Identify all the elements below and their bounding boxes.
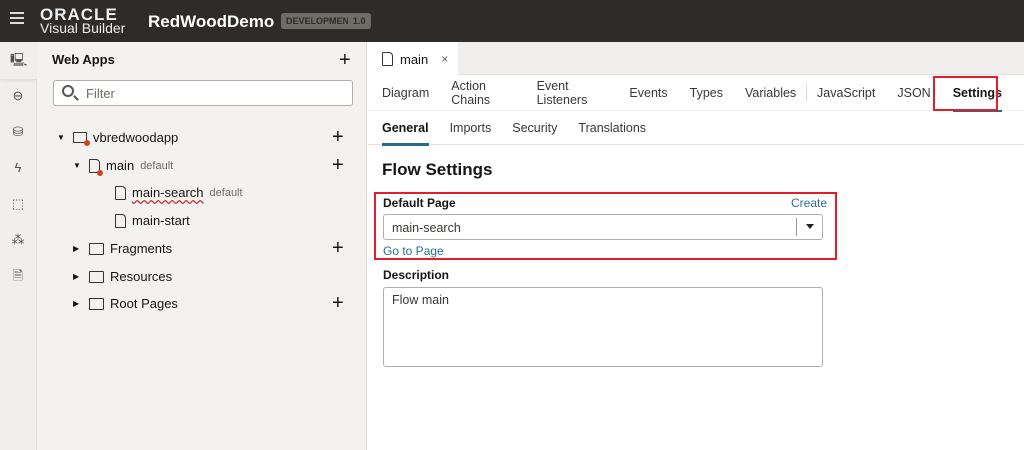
add-web-app-button[interactable]: + <box>339 50 351 70</box>
filter-input[interactable]: Filter <box>53 80 353 106</box>
search-icon <box>62 85 74 97</box>
app-name: RedWoodDemo <box>148 12 275 31</box>
subtab-imports[interactable]: Imports <box>450 121 492 135</box>
tab-action-chains[interactable]: Action Chains <box>451 79 514 107</box>
default-page-select[interactable]: main-search <box>383 214 823 240</box>
create-link[interactable]: Create <box>791 196 827 210</box>
settings-subtabs: General Imports Security Translations <box>368 111 1024 146</box>
subtab-security[interactable]: Security <box>512 121 557 135</box>
tab-types[interactable]: Types <box>690 86 723 100</box>
chevron-down-icon[interactable] <box>806 224 814 229</box>
caret-down-icon[interactable]: ▼ <box>57 133 67 142</box>
caret-right-icon[interactable]: ▶ <box>73 299 83 308</box>
file-tab-main[interactable]: main × <box>368 42 458 76</box>
services-icon[interactable]: ⊖ <box>10 88 26 104</box>
close-icon[interactable]: × <box>441 52 448 66</box>
page-icon <box>115 185 126 200</box>
version-badge: 1.0 <box>348 13 371 29</box>
hamburger-menu-icon[interactable] <box>10 12 24 24</box>
tab-events[interactable]: Events <box>629 86 667 100</box>
tree-item-main-search[interactable]: main-search default <box>115 185 243 200</box>
processes-icon[interactable]: ϟ <box>10 160 26 176</box>
subtab-general[interactable]: General <box>382 121 429 146</box>
tree-item-root-pages[interactable]: ▶ Root Pages <box>73 296 178 311</box>
subtab-translations[interactable]: Translations <box>578 121 646 135</box>
tab-json[interactable]: JSON <box>897 86 930 100</box>
page-icon <box>115 213 126 228</box>
tree-item-main-start[interactable]: main-start <box>115 213 190 228</box>
nav-title: Web Apps <box>52 52 115 67</box>
folder-icon <box>89 297 104 310</box>
select-divider <box>796 218 797 236</box>
tab-javascript[interactable]: JavaScript <box>817 86 875 100</box>
add-button[interactable]: + <box>332 127 344 147</box>
go-to-page-link[interactable]: Go to Page <box>383 244 444 258</box>
tree-item-main[interactable]: ▼ main default <box>73 158 173 176</box>
flow-icon <box>382 52 393 66</box>
caret-down-icon[interactable]: ▼ <box>73 161 83 170</box>
folder-icon <box>89 242 104 255</box>
tab-event-listeners[interactable]: Event Listeners <box>537 79 608 107</box>
page-title: Flow Settings <box>382 160 493 179</box>
tree-item-vbredwoodapp[interactable]: ▼ vbredwoodapp <box>57 130 178 146</box>
add-button[interactable]: + <box>332 155 344 175</box>
app-header: ORACLE Visual Builder RedWoodDemo DEVELO… <box>0 0 1024 42</box>
caret-right-icon[interactable]: ▶ <box>73 244 83 253</box>
tree-item-fragments[interactable]: ▶ Fragments <box>73 241 172 256</box>
web-apps-icon[interactable]: 🖳 <box>10 52 27 68</box>
flow-icon <box>89 158 103 176</box>
monitor-icon <box>73 132 90 146</box>
file-tab-strip: main × <box>368 42 1024 76</box>
description-label: Description <box>383 268 450 282</box>
tab-variables[interactable]: Variables <box>745 86 796 100</box>
description-textarea[interactable]: Flow main <box>383 287 823 367</box>
activity-rail: 🖳 ⊖ ⛁ ϟ ⬚ ⁂ 🗎 <box>0 42 37 450</box>
business-objects-icon[interactable]: ⛁ <box>10 124 26 140</box>
add-button[interactable]: + <box>332 293 344 313</box>
folder-icon <box>89 270 104 283</box>
product-name: Visual Builder <box>40 20 126 36</box>
add-button[interactable]: + <box>332 238 344 258</box>
components-icon[interactable]: ⬚ <box>10 196 26 212</box>
navigator-panel: Web Apps + Filter ▼ vbredwoodapp + ▼ main d… <box>37 42 367 450</box>
tab-diagram[interactable]: Diagram <box>382 86 429 100</box>
caret-right-icon[interactable]: ▶ <box>73 272 83 281</box>
tree-item-resources[interactable]: ▶ Resources <box>73 269 172 284</box>
tab-divider <box>806 83 807 102</box>
editor-tabs: Diagram Action Chains Event Listeners Ev… <box>368 75 1024 112</box>
highlight-settings-tab <box>933 76 998 111</box>
source-icon[interactable]: 🗎 <box>10 268 26 284</box>
default-page-label: Default Page <box>383 196 456 210</box>
layouts-icon[interactable]: ⁂ <box>10 232 26 248</box>
